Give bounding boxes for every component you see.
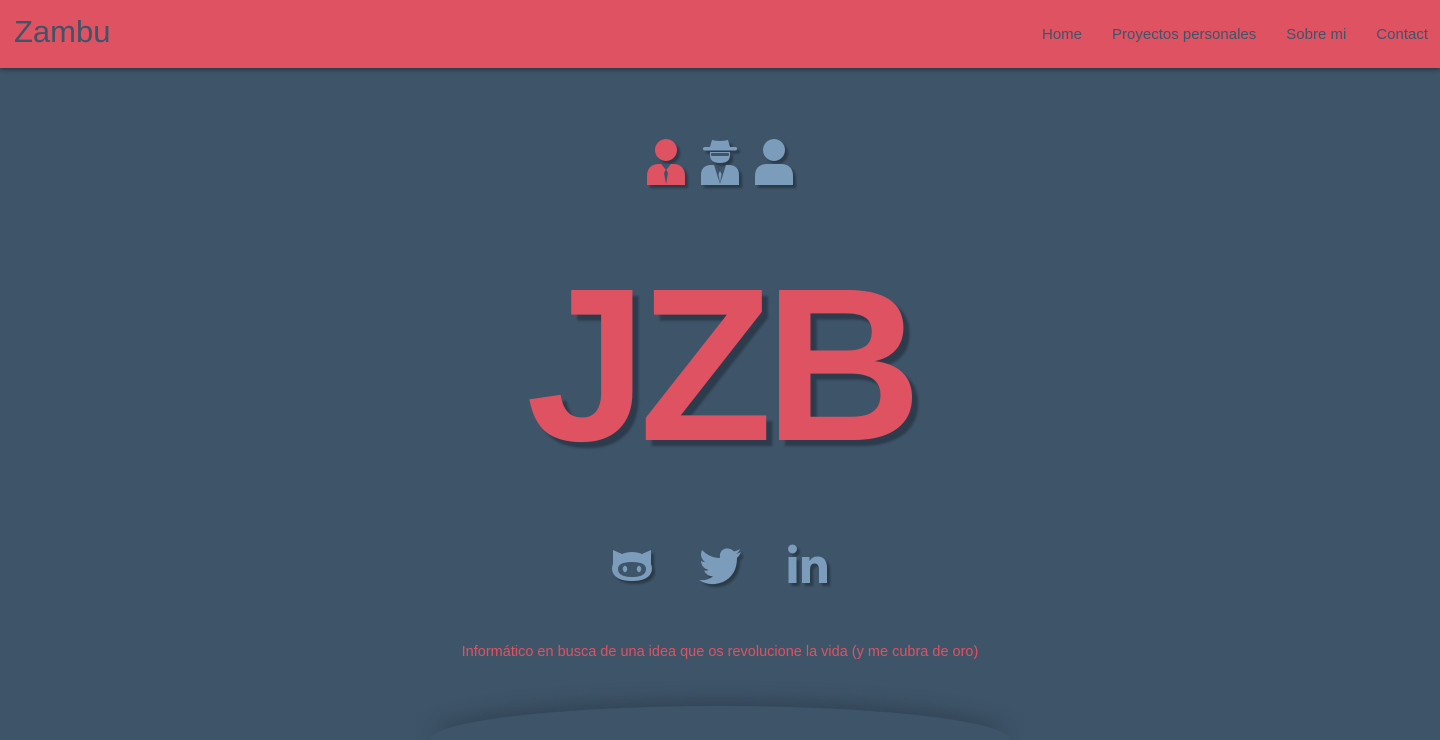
twitter-icon[interactable] bbox=[698, 542, 742, 588]
linkedin-icon[interactable] bbox=[786, 542, 830, 588]
bottom-shadow-decoration bbox=[430, 706, 1010, 740]
tagline: Informático en busca de una idea que os … bbox=[461, 643, 979, 660]
nav-link-home[interactable]: Home bbox=[1042, 26, 1082, 43]
nav-link-contact[interactable]: Contact bbox=[1376, 26, 1428, 43]
nav-links: Home Proyectos personales Sobre mi Conta… bbox=[1012, 0, 1440, 68]
avatar-row bbox=[0, 138, 1440, 186]
navbar: Zambu Home Proyectos personales Sobre mi… bbox=[0, 0, 1440, 68]
social-links bbox=[0, 542, 1440, 588]
nav-link-sobre-mi[interactable]: Sobre mi bbox=[1286, 26, 1346, 43]
hero-section: JZB Informático en busca de una idea que… bbox=[0, 68, 1440, 740]
user-secret-icon bbox=[701, 140, 739, 185]
github-icon[interactable] bbox=[610, 542, 654, 588]
nav-link-proyectos[interactable]: Proyectos personales bbox=[1112, 26, 1256, 43]
user-tie-icon bbox=[647, 139, 685, 185]
monogram-title: JZB bbox=[526, 244, 922, 487]
brand-link[interactable]: Zambu bbox=[14, 12, 110, 52]
user-icon bbox=[755, 139, 793, 185]
